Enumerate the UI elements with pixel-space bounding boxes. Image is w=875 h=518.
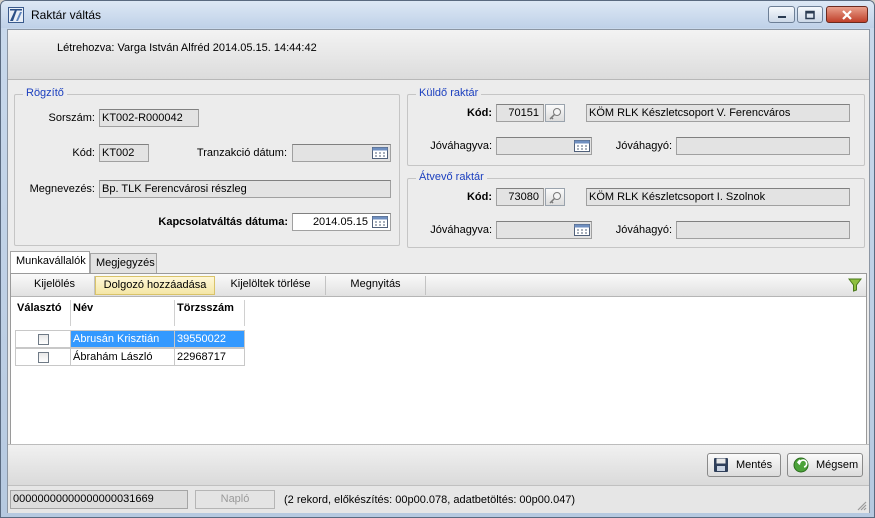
status-info: (2 rekord, előkészítés: 00p00.078, adatb… — [284, 494, 576, 506]
kuldo-lookup-button[interactable] — [545, 104, 565, 122]
close-icon — [842, 9, 852, 20]
calendar-icon[interactable] — [573, 139, 591, 153]
tab-megjegyzes[interactable]: Megjegyzés — [90, 253, 157, 273]
calendar-icon[interactable] — [573, 223, 591, 237]
cancel-label: Mégsem — [816, 459, 859, 471]
minimize-button[interactable] — [768, 6, 795, 23]
kuldo-kod-label: Kód: — [466, 107, 492, 119]
key-icon — [549, 108, 561, 120]
dolgozo-hozzaadasa-button[interactable]: Dolgozó hozzáadása — [95, 276, 215, 295]
minimize-icon — [777, 15, 786, 18]
created-info: Létrehozva: Varga István Alfréd 2014.05.… — [57, 42, 317, 54]
atvevo-group-title: Átvevő raktár — [416, 171, 487, 183]
window-title: Raktár váltás — [31, 8, 102, 22]
atvevo-jovahagyva-label: Jóváhagyva: — [430, 224, 492, 236]
kuldo-name-field[interactable]: KÖM RLK Készletcsoport V. Ferencváros — [586, 104, 850, 122]
naplo-button[interactable]: Napló — [195, 490, 275, 509]
atvevo-kod-label: Kód: — [466, 191, 492, 203]
status-bar: 00000000000000000031669 Napló (2 rekord,… — [8, 485, 869, 513]
torzsszam-cell: 39550022 — [175, 330, 245, 348]
kuldo-group-title: Küldő raktár — [416, 87, 482, 99]
key-icon — [549, 192, 561, 204]
megnevezes-label: Megnevezés: — [29, 183, 95, 195]
app-window: Raktár váltás Létrehozva: Varga István A… — [0, 0, 875, 518]
valaszto-cell[interactable] — [15, 348, 71, 366]
save-label: Mentés — [736, 459, 773, 471]
kuldo-jovahagyo-field[interactable] — [676, 137, 850, 155]
kijeloltek-torlese-button[interactable]: Kijelöltek törlése — [216, 276, 326, 295]
atvevo-raktar-group: Átvevő raktár Kód: 73080 KÖM RLK Készlet… — [407, 171, 865, 248]
row-checkbox[interactable] — [38, 352, 49, 363]
kuldo-raktar-group: Küldő raktár Kód: 70151 KÖM RLK Készletc… — [407, 87, 865, 166]
column-header-valaszto[interactable]: Választó — [15, 300, 71, 326]
atvevo-jovahagyo-field[interactable] — [676, 221, 850, 239]
atvevo-name-field[interactable]: KÖM RLK Készletcsoport I. Szolnok — [586, 188, 850, 206]
nev-cell: Abrusán Krisztián — [71, 330, 175, 348]
megnevezes-field[interactable]: Bp. TLK Ferencvárosi részleg — [99, 180, 391, 198]
resize-grip-icon[interactable] — [855, 499, 867, 511]
column-header-nev[interactable]: Név — [71, 300, 175, 326]
employees-panel: Kijelölés Dolgozó hozzáadása Kijelöltek … — [10, 273, 867, 445]
header-band: Létrehozva: Varga István Alfréd 2014.05.… — [8, 30, 869, 80]
kuldo-jovahagyo-label: Jóváhagyó: — [615, 140, 672, 152]
kuldo-jovahagyva-label: Jóváhagyva: — [430, 140, 492, 152]
atvevo-lookup-button[interactable] — [545, 188, 565, 206]
cancel-button[interactable]: Mégsem — [787, 453, 863, 477]
action-bar: Mentés Mégsem — [8, 444, 869, 485]
kuldo-kod-field[interactable]: 70151 — [496, 104, 544, 122]
rogzito-group-title: Rögzítő — [23, 87, 67, 99]
valaszto-cell[interactable] — [15, 330, 71, 348]
app-logo-icon — [8, 7, 24, 23]
grid-toolbar: Kijelölés Dolgozó hozzáadása Kijelöltek … — [11, 274, 866, 297]
atvevo-kod-field[interactable]: 73080 — [496, 188, 544, 206]
maximize-button[interactable] — [797, 6, 823, 23]
kod-label: Kód: — [72, 147, 95, 159]
calendar-icon[interactable] — [371, 146, 389, 160]
row-checkbox[interactable] — [38, 334, 49, 345]
client-area: Létrehozva: Varga István Alfréd 2014.05.… — [7, 29, 870, 513]
megnyitas-button[interactable]: Megnyitás — [326, 276, 426, 295]
undo-icon — [793, 457, 809, 473]
close-button[interactable] — [826, 6, 868, 23]
column-header-torzsszam[interactable]: Törzsszám — [175, 300, 245, 326]
title-bar[interactable]: Raktár váltás — [1, 1, 874, 28]
nev-cell: Ábrahám László — [71, 348, 175, 366]
kod-field[interactable]: KT002 — [99, 144, 149, 162]
save-icon — [714, 458, 728, 472]
kapcsolatvaltas-label: Kapcsolatváltás dátuma: — [158, 216, 288, 228]
record-id-field[interactable]: 00000000000000000031669 — [10, 490, 188, 509]
maximize-icon — [805, 10, 815, 19]
kijeloles-button[interactable]: Kijelölés — [15, 276, 95, 295]
rogzito-group: Rögzítő Sorszám: KT002-R000042 Kód: KT00… — [14, 87, 400, 246]
save-button[interactable]: Mentés — [707, 453, 781, 477]
torzsszam-cell: 22968717 — [175, 348, 245, 366]
calendar-icon[interactable] — [371, 215, 389, 229]
filter-icon[interactable] — [848, 278, 862, 292]
tranzakcio-label: Tranzakció dátum: — [196, 147, 287, 159]
atvevo-jovahagyo-label: Jóváhagyó: — [615, 224, 672, 236]
sorszam-field[interactable]: KT002-R000042 — [99, 109, 199, 127]
sorszam-label: Sorszám: — [48, 112, 95, 124]
tab-munkavallalok[interactable]: Munkavállalók — [10, 251, 90, 273]
